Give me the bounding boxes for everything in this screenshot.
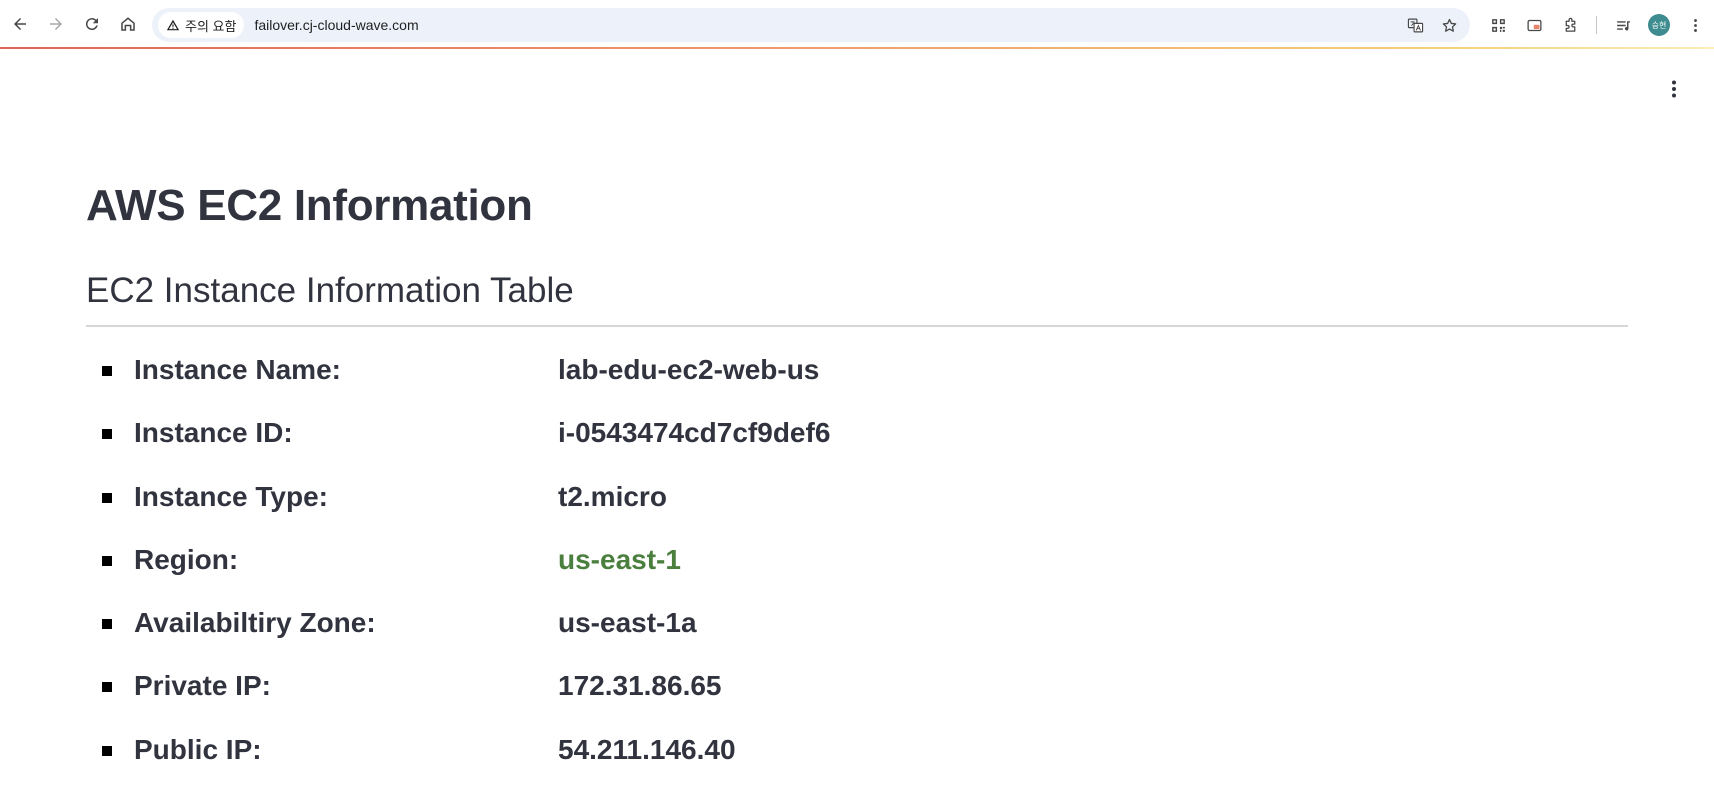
security-chip[interactable]: 주의 요함 — [158, 12, 245, 38]
puzzle-icon — [1565, 17, 1575, 32]
info-label: Instance ID: — [134, 417, 293, 449]
media-controls-icon — [1616, 20, 1630, 30]
bullet-icon — [102, 619, 112, 630]
section-divider — [86, 325, 1628, 327]
security-chip-label: 주의 요함 — [185, 18, 237, 34]
list-item: Private IP: 172.31.86.65 — [86, 666, 1628, 729]
list-item: Instance Type: t2.micro — [86, 477, 1628, 540]
bookmark-button[interactable] — [1436, 12, 1462, 38]
reload-button[interactable] — [75, 7, 109, 41]
star-icon — [1442, 18, 1456, 32]
info-value: us-east-1 — [558, 543, 681, 575]
toolbar-separator — [1596, 16, 1597, 34]
translate-icon — [1407, 18, 1423, 32]
warning-triangle-icon — [166, 19, 180, 31]
info-label: Region: — [134, 543, 239, 575]
address-bar[interactable]: 주의 요함 failover.cj-cloud-wave.com — [152, 8, 1470, 42]
reload-icon — [85, 18, 98, 31]
app-menu-button[interactable] — [1664, 77, 1684, 101]
kebab-menu-icon — [1672, 80, 1676, 98]
translate-button[interactable] — [1402, 12, 1428, 38]
page-title: AWS EC2 Information — [86, 181, 533, 230]
profile-button[interactable]: 승현 — [1643, 9, 1675, 41]
cast-icon — [1526, 19, 1542, 31]
qr-code-icon — [1491, 18, 1505, 32]
arrow-left-icon — [14, 18, 26, 30]
info-value: 54.211.146.40 — [558, 733, 736, 765]
media-controls-button[interactable] — [1607, 9, 1639, 41]
arrow-right-icon — [50, 18, 62, 30]
bullet-icon — [102, 682, 112, 693]
info-value: i-0543474cd7cf9def6 — [558, 417, 831, 449]
info-value: lab-edu-ec2-web-us — [558, 354, 820, 385]
list-item: Region: us-east-1 — [86, 540, 1628, 603]
info-value: 172.31.86.65 — [558, 670, 722, 702]
cast-button[interactable] — [1518, 9, 1550, 41]
bullet-icon — [102, 745, 112, 756]
home-button[interactable] — [111, 7, 145, 41]
list-item: Instance Name: lab-edu-ec2-web-us — [86, 350, 1628, 413]
info-label: Public IP: — [134, 733, 262, 765]
section-title: EC2 Instance Information Table — [86, 271, 574, 310]
info-label: Instance Type: — [134, 480, 328, 512]
kebab-menu-icon — [1693, 18, 1697, 32]
info-label: Instance Name: — [134, 354, 341, 385]
list-item: Availabiltiry Zone: us-east-1a — [86, 603, 1628, 666]
qr-code-button[interactable] — [1482, 9, 1514, 41]
list-item: Public IP: 54.211.146.40 — [86, 730, 1628, 793]
list-item: Instance ID: i-0543474cd7cf9def6 — [86, 413, 1628, 476]
loading-gradient-line — [0, 47, 1714, 49]
back-button[interactable] — [3, 7, 37, 41]
avatar: 승현 — [1648, 14, 1670, 36]
bullet-icon — [102, 366, 112, 376]
extensions-button[interactable] — [1554, 9, 1586, 41]
instance-info-list: Instance Name: lab-edu-ec2-web-us Instan… — [86, 350, 1628, 793]
url-text[interactable]: failover.cj-cloud-wave.com — [254, 17, 418, 33]
browser-toolbar: 주의 요함 failover.cj-cloud-wave.com 승현 — [0, 0, 1714, 48]
forward-button[interactable] — [39, 7, 73, 41]
home-icon — [121, 17, 135, 31]
info-label: Private IP: — [134, 670, 271, 702]
info-value: us-east-1a — [558, 607, 697, 639]
bullet-icon — [102, 429, 112, 440]
info-value: t2.micro — [558, 480, 667, 512]
bullet-icon — [102, 555, 112, 566]
bullet-icon — [102, 492, 112, 503]
info-label: Availabiltiry Zone: — [134, 607, 376, 639]
browser-menu-button[interactable] — [1679, 9, 1711, 41]
